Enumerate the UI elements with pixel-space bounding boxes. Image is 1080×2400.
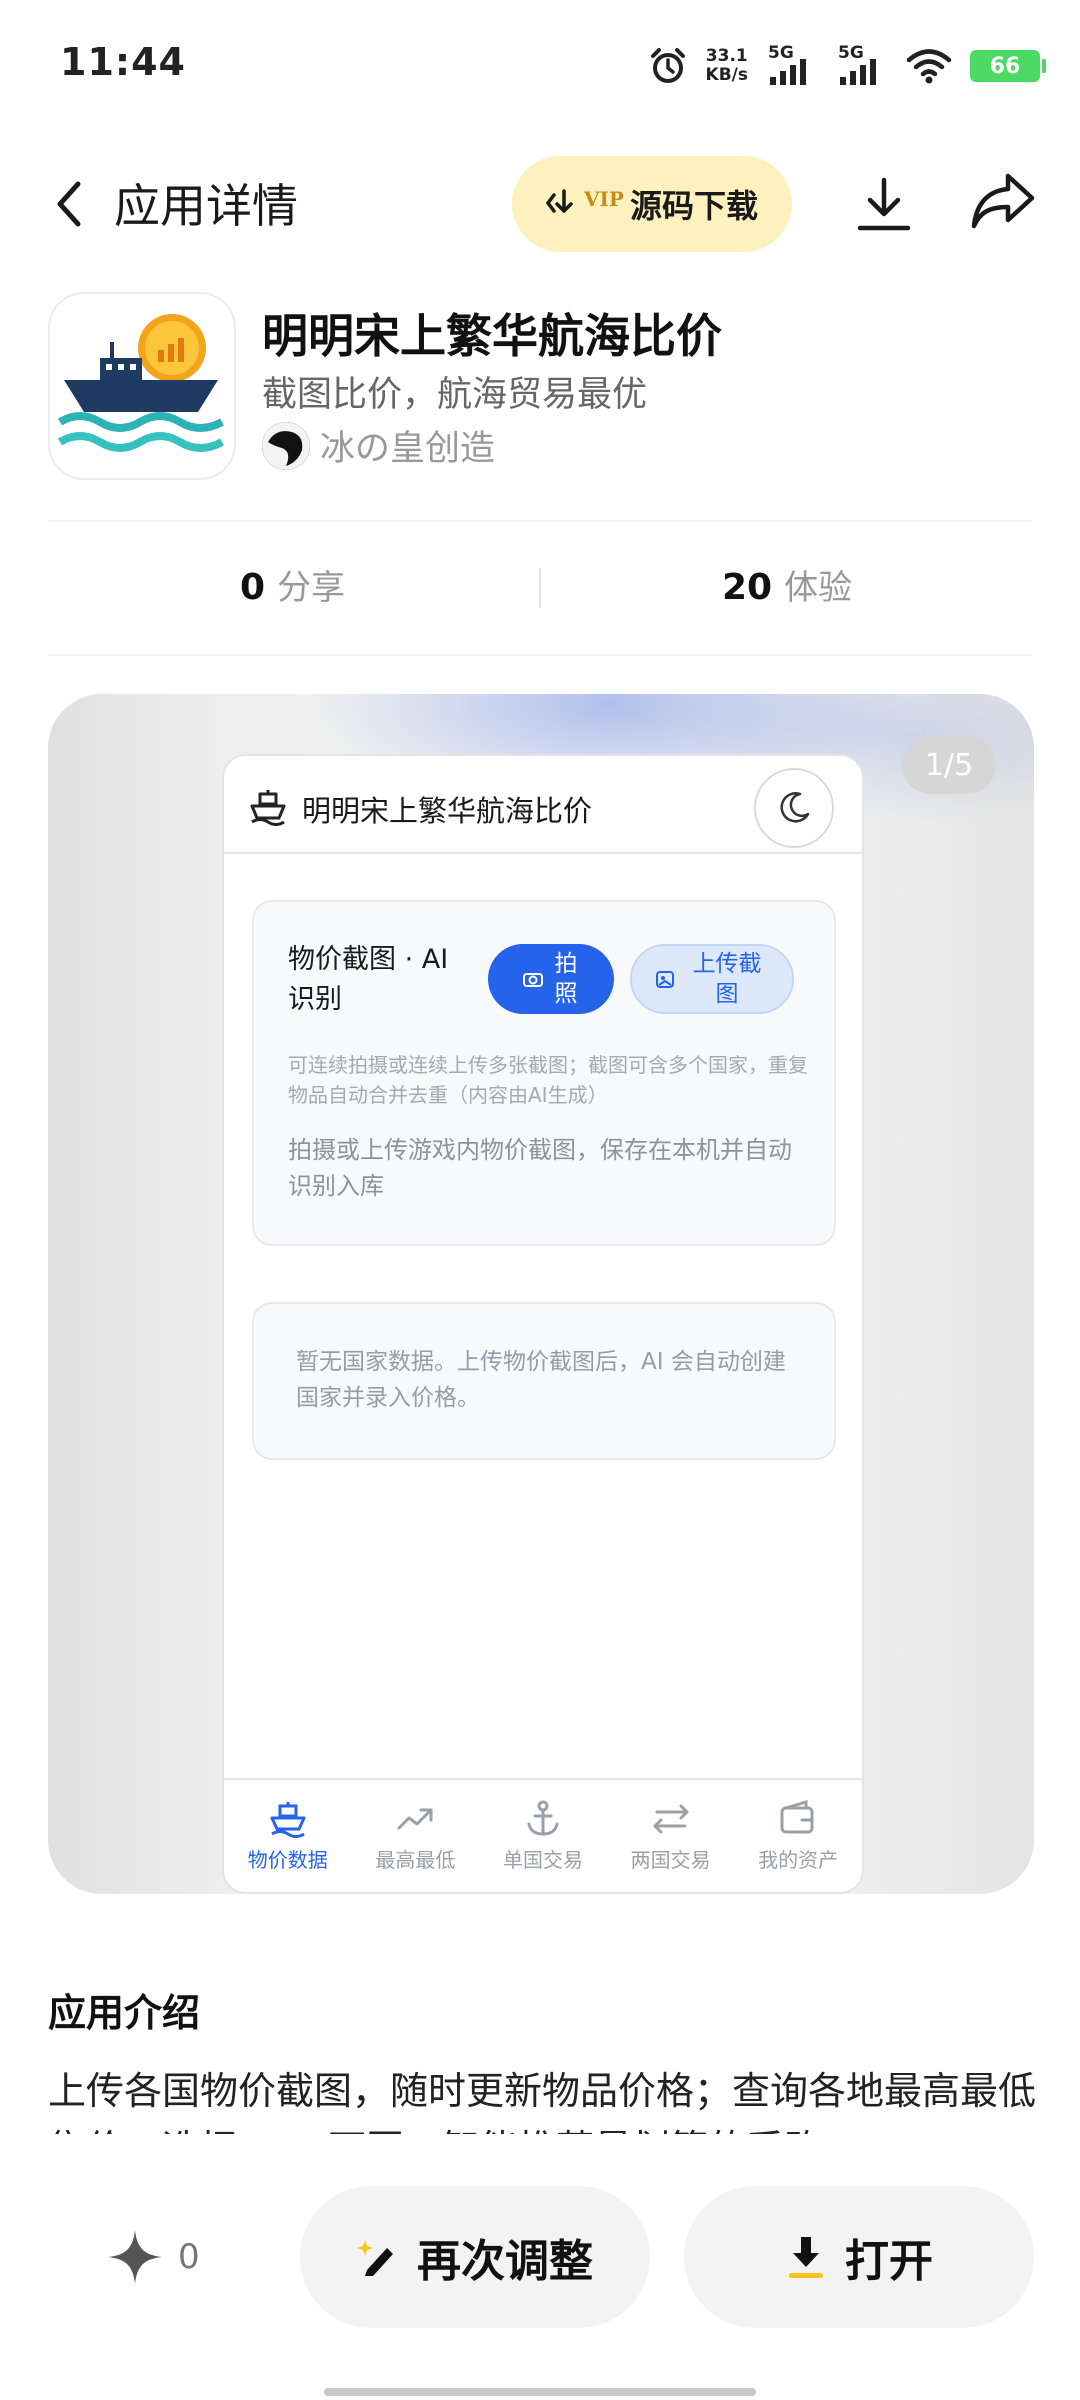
status-icons: 33.1 KB/s 5G 5G 66 [648,38,1046,94]
back-arrow-icon[interactable] [50,178,90,230]
stat-separator [539,568,541,608]
app-logo [48,292,236,480]
readjust-label: 再次调整 [417,2236,593,2287]
wifi-icon [906,49,952,84]
screenshot-hint-main: 拍摄或上传游戏内物价截图，保存在本机并自动识别入库 [288,1136,792,1200]
ship-icon [270,1802,306,1838]
screenshot-tab-single-country: 单国交易 [479,1780,607,1892]
app-name: 明明宋上繁华航海比价 [262,309,722,363]
intro-title: 应用介绍 [48,1991,201,2035]
source-download-button[interactable]: VIP 源码下载 [512,156,792,252]
battery-icon: 66 [970,50,1046,82]
screenshot-tab-two-country: 两国交易 [607,1780,735,1892]
page-indicator: 1/5 [902,736,996,794]
screenshot-tab-my-assets: 我的资产 [734,1780,862,1892]
sparkle-icon [108,2230,162,2284]
ship-icon [250,790,286,826]
wallet-icon [780,1800,814,1834]
screenshot-card-title: 物价截图 · AI 识别 [288,944,449,1015]
screenshot-empty-text: 暂无国家数据。上传物价截图后，AI 会自动创建国家并录入价格。 [296,1349,786,1411]
app-screenshot: 明明宋上繁华航海比价 物价截图 · AI 识别 拍 照 上传截 图 可连续拍摄或… [222,754,864,1894]
screenshot-header: 明明宋上繁华航海比价 [224,756,862,854]
open-button[interactable]: 打开 [684,2186,1034,2328]
download-icon[interactable] [856,176,912,232]
author-row[interactable]: 冰の皇创造 [262,420,495,471]
download-arrow-icon [789,2237,823,2278]
share-icon[interactable] [970,170,1036,230]
network-speed: 33.1 KB/s [705,46,748,85]
alarm-icon [650,48,685,83]
screenshot-title: 明明宋上繁华航海比价 [302,794,593,828]
moon-icon [754,768,834,848]
screenshot-tab-high-low: 最高最低 [352,1780,480,1892]
screenshot-hint-small: 可连续拍摄或连续上传多张截图；截图可含多个国家，重复物品自动合并去重（内容由AI… [288,1053,808,1107]
app-description: 截图比价，航海贸易最优 [262,375,648,415]
home-indicator[interactable] [324,2388,756,2396]
vip-download-icon: VIP [546,187,624,221]
screenshot-empty-card: 暂无国家数据。上传物价截图后，AI 会自动创建国家并录入价格。 [252,1302,836,1460]
screenshot-tabbar: 物价数据 最高最低 单国交易 两国交易 我的资产 [224,1778,862,1892]
screenshot-upload-card: 物价截图 · AI 识别 拍 照 上传截 图 可连续拍摄或连续上传多张截图；截图… [252,900,836,1246]
anchor-icon [527,1800,559,1836]
page-title: 应用详情 [114,179,298,233]
source-download-label: 源码下载 [629,187,758,225]
screenshot-carousel[interactable]: 1/5 明明宋上繁华航海比价 物价截图 · AI 识别 拍 照 上传截 图 可连… [48,694,1034,1894]
like-count: 0 [178,2237,200,2277]
like-button[interactable]: 0 [106,2228,200,2286]
author-name: 冰の皇创造 [320,429,496,469]
signal-sim2-icon: 5G [836,43,888,89]
readjust-button[interactable]: 再次调整 [300,2186,650,2328]
intro-text: 上传各国物价截图，随时更新物品价格；查询各地最高最低售价，选择A、B两国，智能推… [48,2069,1037,2134]
shares-stat: 0 分享 [240,567,346,608]
camera-icon [523,973,543,987]
divider [48,654,1032,656]
swap-icon [653,1804,689,1834]
status-time: 11:44 [60,40,186,84]
screenshot-photo-button: 拍 照 [488,944,614,1014]
screenshot-tab-price-data: 物价数据 [224,1780,352,1892]
edit-sparkle-icon [357,2240,393,2276]
image-upload-icon [656,971,674,988]
open-label: 打开 [845,2236,933,2287]
signal-sim1-icon: 5G [766,43,818,89]
divider [48,520,1032,522]
trend-icon [397,1808,433,1830]
experience-stat: 20 体验 [722,567,853,608]
screenshot-upload-button: 上传截 图 [630,944,794,1014]
avatar [262,421,310,470]
